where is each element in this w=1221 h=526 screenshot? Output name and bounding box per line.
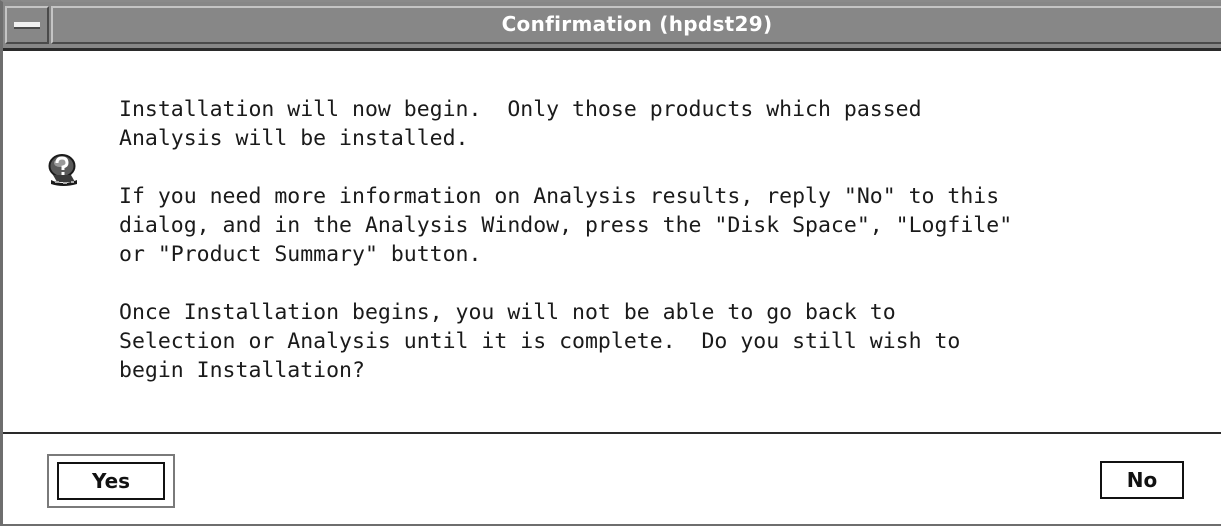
window-menu-button[interactable]: [5, 6, 49, 44]
button-bar: Yes No: [3, 434, 1221, 524]
title-area[interactable]: Confirmation (hpdst29): [51, 6, 1221, 44]
window-title: Confirmation (hpdst29): [501, 12, 773, 36]
yes-button[interactable]: Yes: [57, 462, 165, 500]
message-paragraph-2: If you need more information on Analysis…: [119, 184, 1013, 267]
message-paragraph-1: Installation will now begin. Only those …: [119, 97, 922, 151]
default-button-frame: Yes: [47, 454, 175, 508]
window-menu-icon: [14, 22, 40, 29]
no-button[interactable]: No: [1100, 461, 1184, 499]
question-icon: [48, 154, 77, 186]
title-bar[interactable]: Confirmation (hpdst29): [3, 2, 1221, 51]
message-paragraph-3: Once Installation begins, you will not b…: [119, 300, 961, 383]
dialog-message: Installation will now begin. Only those …: [119, 95, 1012, 414]
dialog-body: Installation will now begin. Only those …: [3, 51, 1221, 433]
confirmation-dialog: Confirmation (hpdst29) Installation will…: [0, 0, 1221, 526]
